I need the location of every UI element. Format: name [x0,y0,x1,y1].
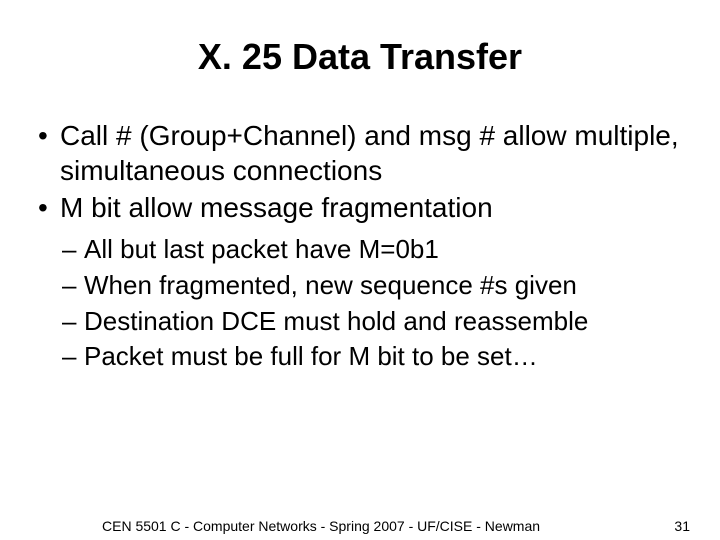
sub-bullet-item: All but last packet have M=0b1 [60,233,688,267]
slide-content: Call # (Group+Channel) and msg # allow m… [30,118,690,374]
bullet-item: Call # (Group+Channel) and msg # allow m… [32,118,688,188]
sub-bullet-list: All but last packet have M=0b1 When frag… [32,233,688,374]
sub-bullet-item: Packet must be full for M bit to be set… [60,340,688,374]
sub-bullet-item: Destination DCE must hold and reassemble [60,305,688,339]
sub-bullet-item: When fragmented, new sequence #s given [60,269,688,303]
slide-title: X. 25 Data Transfer [30,36,690,78]
page-number: 31 [674,518,690,534]
footer-text: CEN 5501 C - Computer Networks - Spring … [102,518,540,534]
main-bullet-list: Call # (Group+Channel) and msg # allow m… [32,118,688,225]
bullet-item: M bit allow message fragmentation [32,190,688,225]
